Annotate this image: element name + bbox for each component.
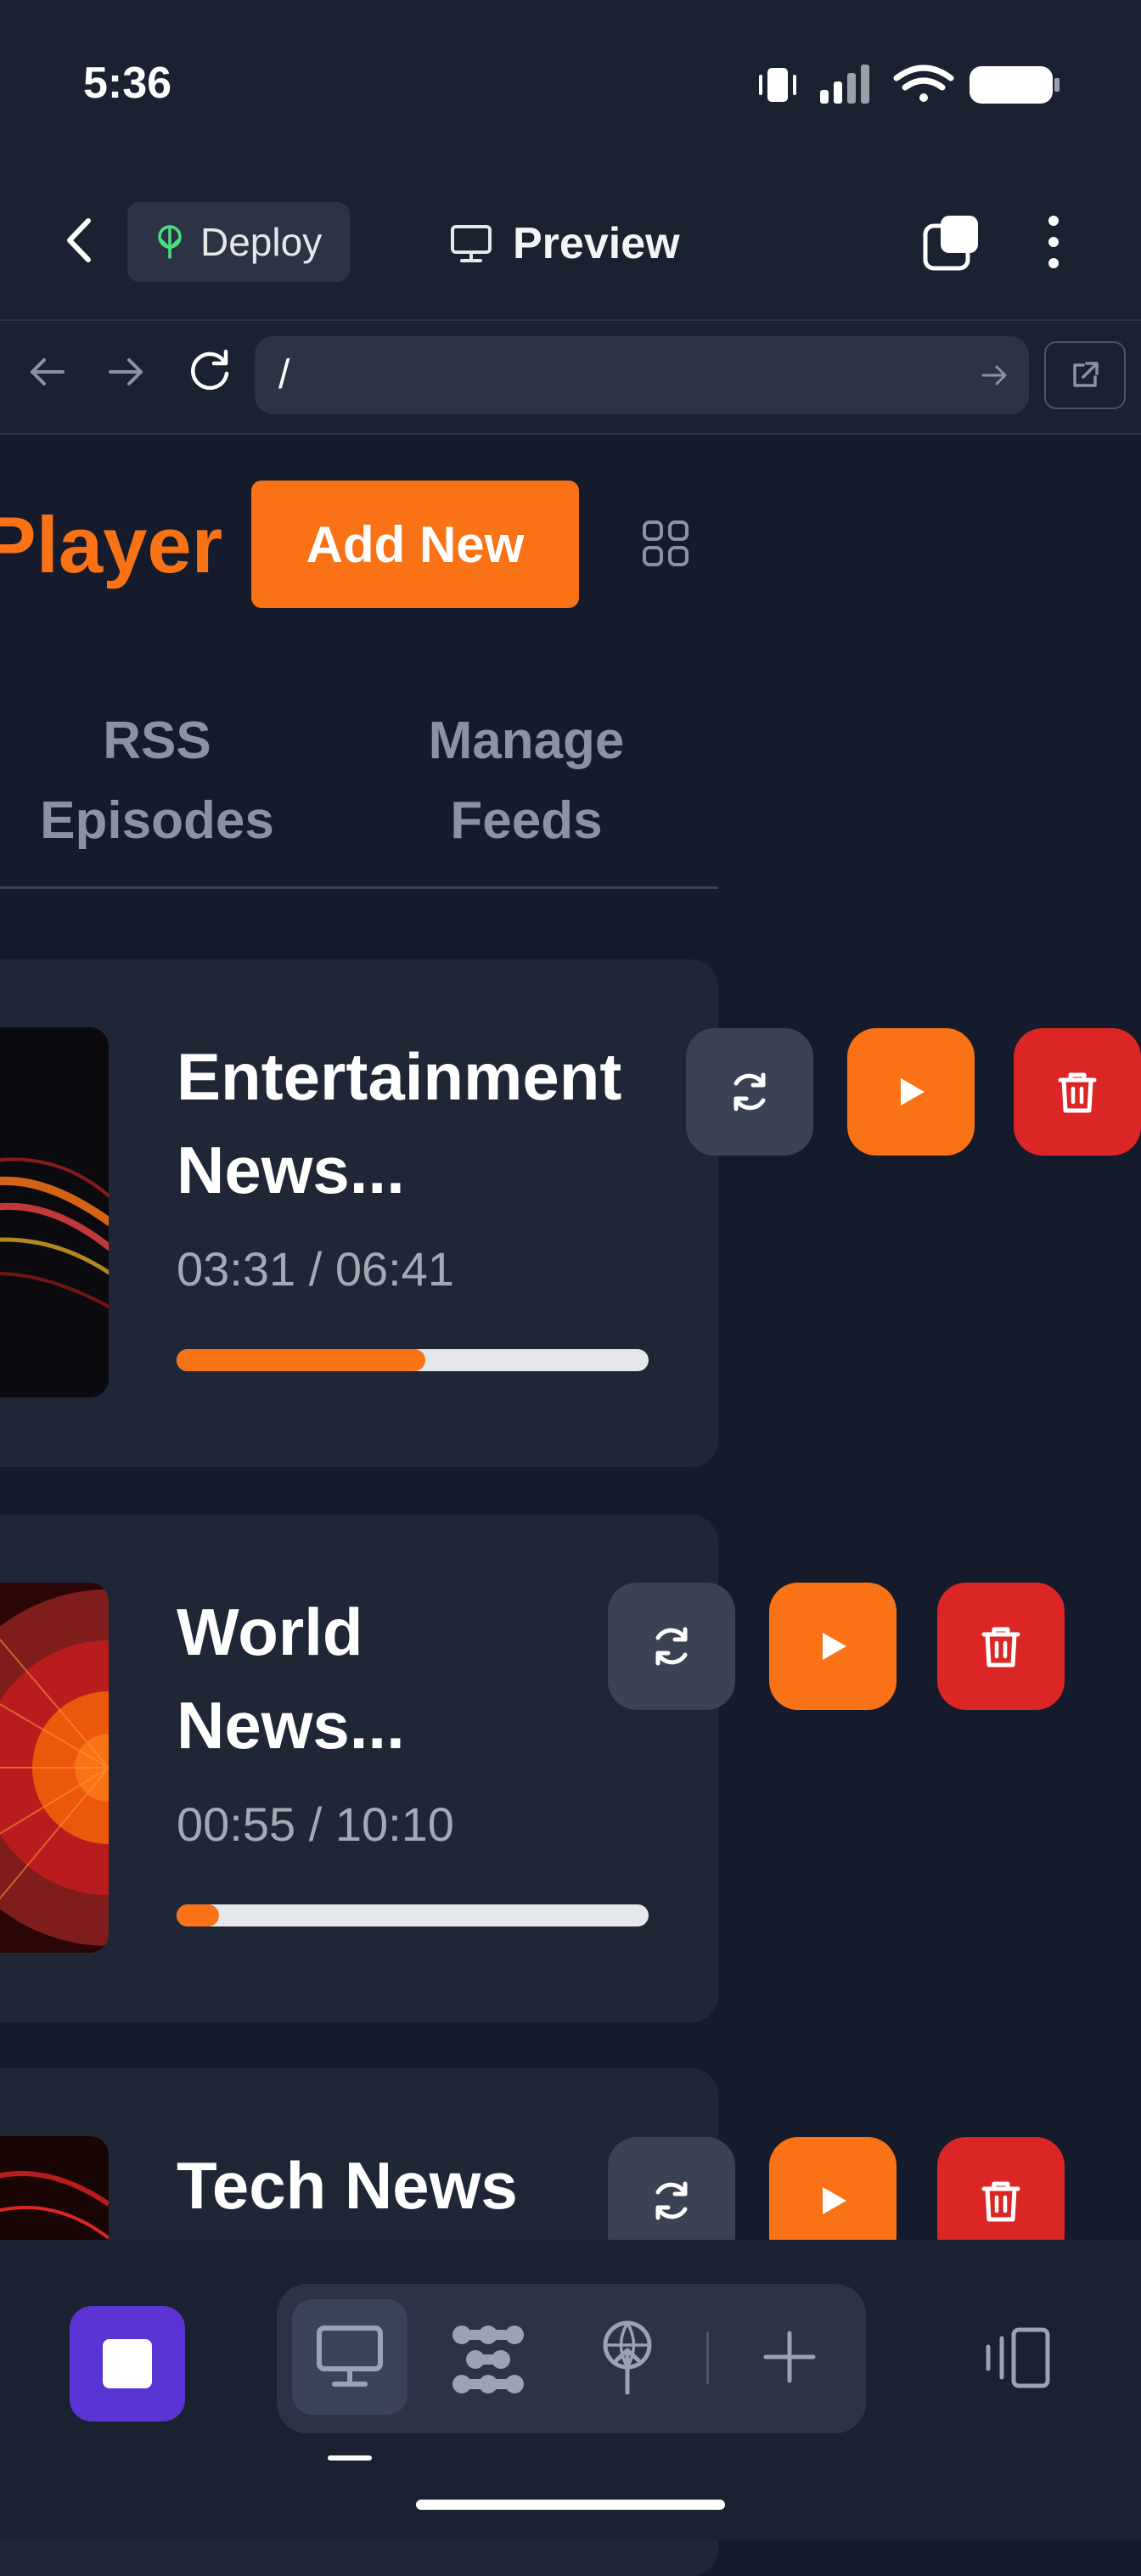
toolbar-divider [706,2331,709,2384]
episode-time: 03:31 / 06:41 [177,1242,454,1296]
url-input[interactable] [255,336,1029,414]
deploy-icon [158,225,182,259]
home-indicator [416,2500,725,2510]
delete-button[interactable] [937,1583,1065,1710]
tab-label-line1: Manage [428,711,625,770]
stop-button[interactable] [70,2306,185,2421]
more-icon[interactable] [1041,212,1066,272]
monitor-icon [317,2326,383,2387]
preview-toggle[interactable]: Preview [450,211,680,277]
preview-view-button[interactable] [292,2299,408,2415]
delete-button[interactable] [1014,1028,1141,1156]
play-button[interactable] [847,1028,975,1156]
play-icon [823,1633,846,1660]
wifi-icon [893,65,954,102]
add-new-label: Add New [306,515,525,573]
stop-icon [103,2339,152,2388]
episode-title: Entertainment News... [177,1039,622,1207]
episode-title: World News... [177,1595,405,1763]
vibrate-icon [759,68,796,102]
refresh-icon [655,1627,688,1666]
arrow-left-icon[interactable] [25,355,68,389]
plugins-icon[interactable] [450,2323,526,2396]
status-time: 5:36 [83,59,172,108]
play-icon [901,1078,925,1105]
trash-icon [1058,1072,1097,1113]
go-icon[interactable] [980,362,1009,389]
episode-progress[interactable] [177,1349,649,1371]
play-icon [823,2187,846,2214]
tab-label-line1: RSS [103,711,211,770]
preview-label: Preview [513,219,680,268]
tabs-divider [0,886,718,889]
refresh-button[interactable] [608,1583,735,1710]
deploy-label: Deploy [200,220,323,264]
episode-time: 00:55 / 10:10 [177,1797,454,1851]
open-external-button[interactable] [1044,341,1126,409]
episode-thumbnail [0,1027,109,1398]
add-new-button[interactable]: Add New [251,481,579,608]
tabs-icon[interactable] [922,212,981,272]
status-icons [759,65,1060,104]
progress-fill [177,1904,220,1926]
device-icon[interactable] [980,2326,1051,2389]
progress-fill [177,1349,425,1371]
play-button[interactable] [769,1583,896,1710]
external-link-icon [1073,362,1099,387]
active-tab-indicator [328,2455,372,2461]
tab-label-line2: Feeds [450,791,603,850]
episode-title: Tech News [177,2148,518,2223]
refresh-icon [655,2181,688,2220]
battery-icon [970,66,1060,104]
url-text: / [278,352,290,397]
app-brand-title: Player [0,500,223,589]
monitor-icon [451,225,492,262]
episode-progress[interactable] [177,1904,649,1926]
refresh-icon [734,1072,766,1111]
arrow-right-icon[interactable] [105,355,148,389]
deploy-icon[interactable] [598,2320,657,2396]
reload-icon[interactable] [187,348,233,394]
episode-thumbnail [0,1583,109,1953]
trash-icon [981,2181,1020,2222]
back-icon[interactable] [51,211,110,270]
add-icon[interactable] [762,2330,817,2384]
tab-manage-feeds[interactable]: Manage Feeds [391,701,662,861]
grid-icon[interactable] [642,520,689,567]
signal-icon [820,65,869,104]
tab-rss-episodes[interactable]: RSS Episodes [25,701,289,861]
trash-icon [981,1627,1020,1668]
deploy-button[interactable]: Deploy [127,202,350,282]
refresh-button[interactable] [686,1028,813,1156]
tab-label-line2: Episodes [40,791,274,850]
